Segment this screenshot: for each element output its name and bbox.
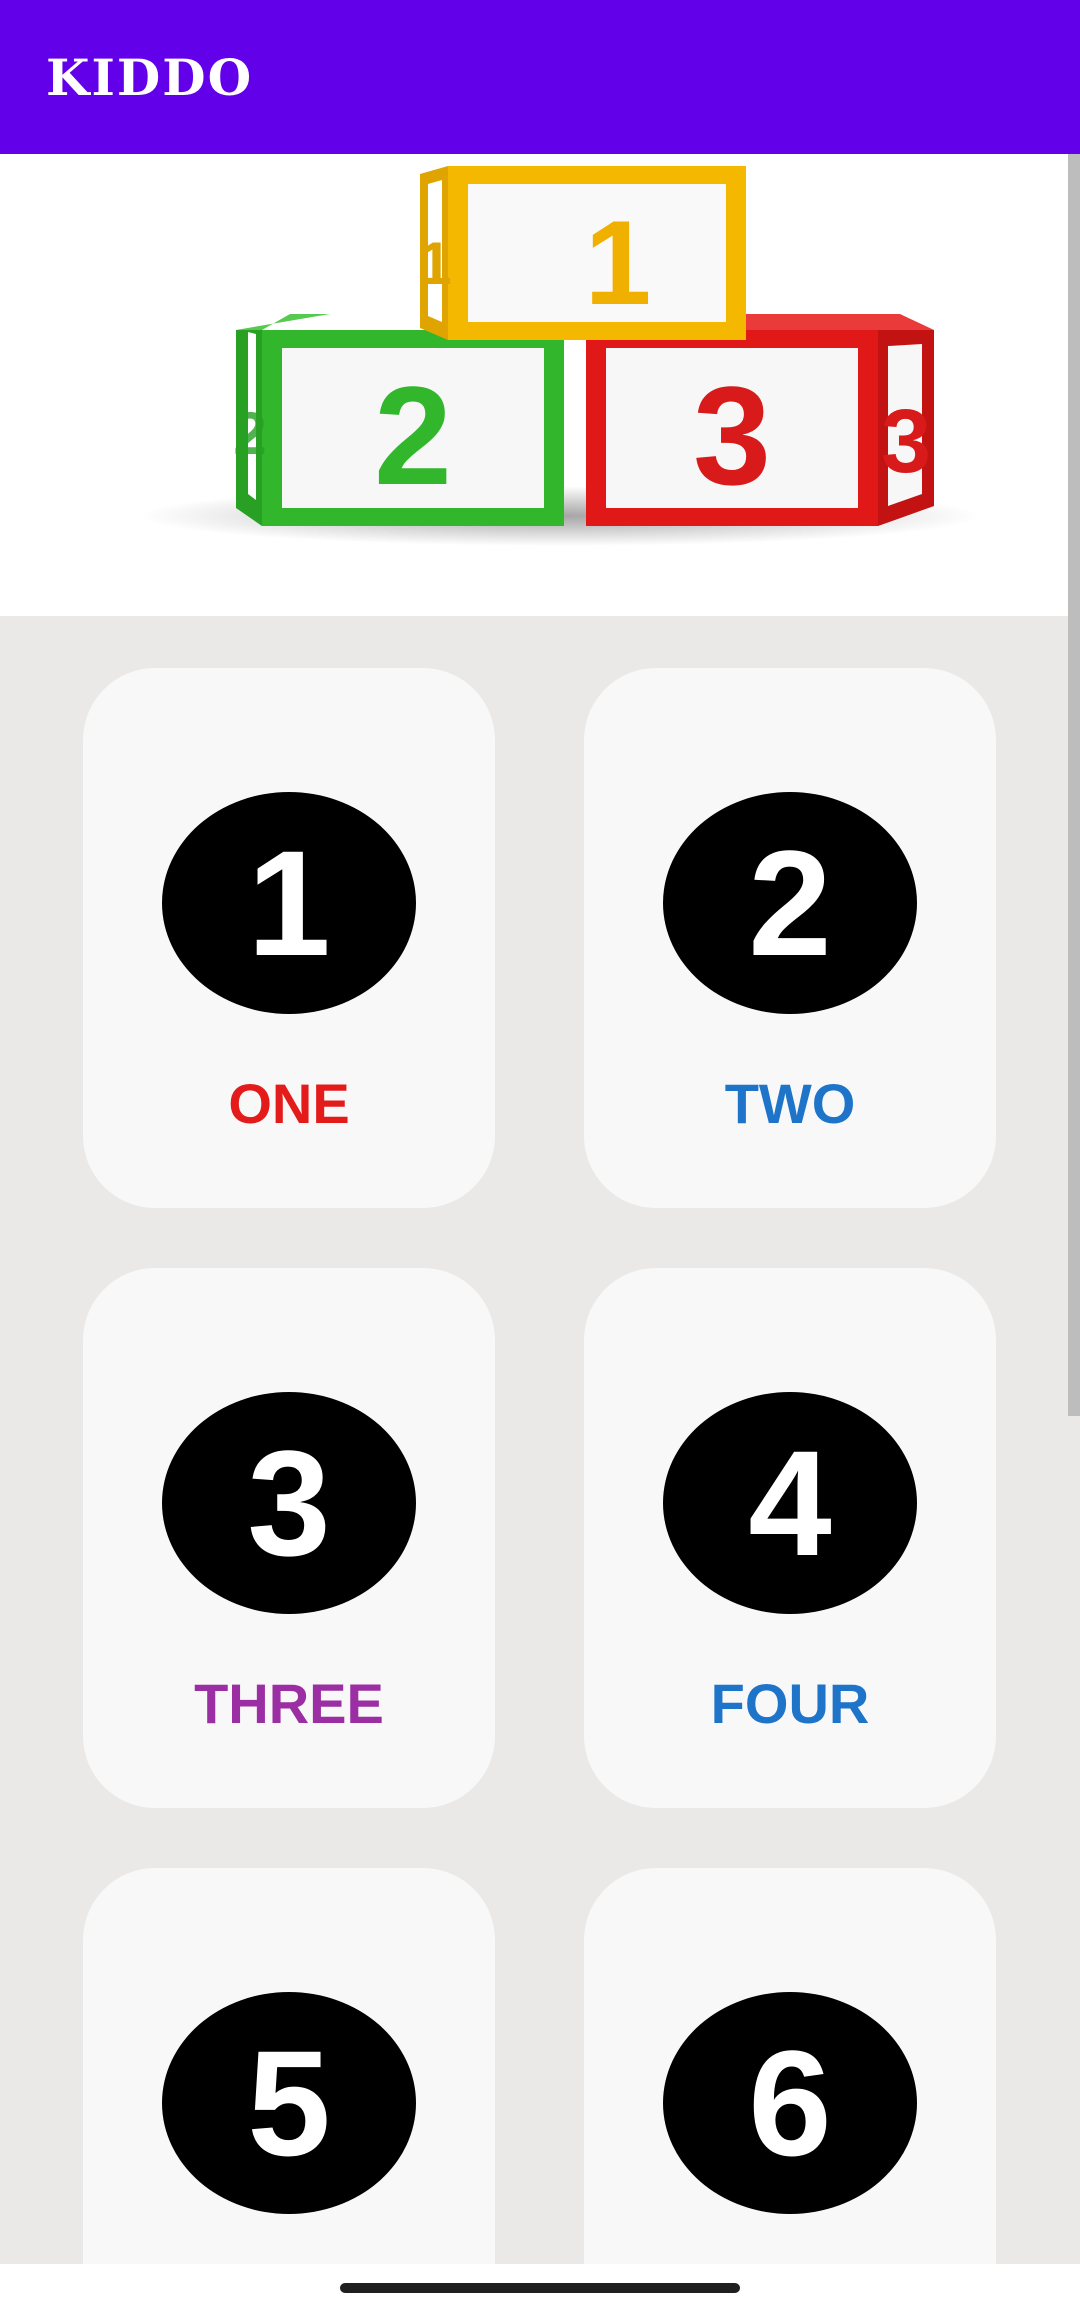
number-card-five[interactable]: 5 [83, 1868, 495, 2264]
number-badge: 2 [663, 792, 917, 1014]
number-card-four[interactable]: 4 FOUR [584, 1268, 996, 1808]
block-1-digit: 1 [585, 196, 652, 330]
svg-text:1: 1 [418, 230, 451, 297]
number-badge: 6 [663, 1992, 917, 2214]
app-bar: KIDDO [0, 0, 1080, 154]
number-card-three[interactable]: 3 THREE [83, 1268, 495, 1808]
home-indicator[interactable] [340, 2283, 740, 2293]
number-word: TWO [724, 1072, 856, 1135]
number-badge: 4 [663, 1392, 917, 1614]
number-badge: 5 [162, 1992, 416, 2214]
svg-text:3: 3 [881, 392, 931, 492]
app-title: KIDDO [46, 47, 254, 107]
number-word: THREE [194, 1672, 384, 1735]
block-2-digit: 2 [374, 357, 452, 514]
block-3: 3 3 [586, 314, 934, 526]
number-word: ONE [228, 1072, 350, 1135]
numbers-grid: 1 ONE 2 TWO 3 THREE 4 FOUR 5 6 [0, 616, 1080, 2264]
number-badge: 3 [162, 1392, 416, 1614]
block-1: 1 1 [418, 166, 746, 340]
banner-image: 2 2 3 3 1 1 [0, 154, 1080, 616]
svg-text:2: 2 [233, 400, 266, 467]
block-3-digit: 3 [693, 357, 771, 514]
number-card-one[interactable]: 1 ONE [83, 668, 495, 1208]
app-screen: KIDDO 2 2 3 3 1 1 1 ONE 2 TWO 3 THREE 4 … [0, 0, 1080, 2309]
number-word: FOUR [710, 1672, 870, 1735]
number-badge: 1 [162, 792, 416, 1014]
block-2: 2 2 [233, 314, 564, 526]
number-card-two[interactable]: 2 TWO [584, 668, 996, 1208]
number-blocks-illustration: 2 2 3 3 1 1 [140, 166, 980, 546]
number-card-six[interactable]: 6 [584, 1868, 996, 2264]
